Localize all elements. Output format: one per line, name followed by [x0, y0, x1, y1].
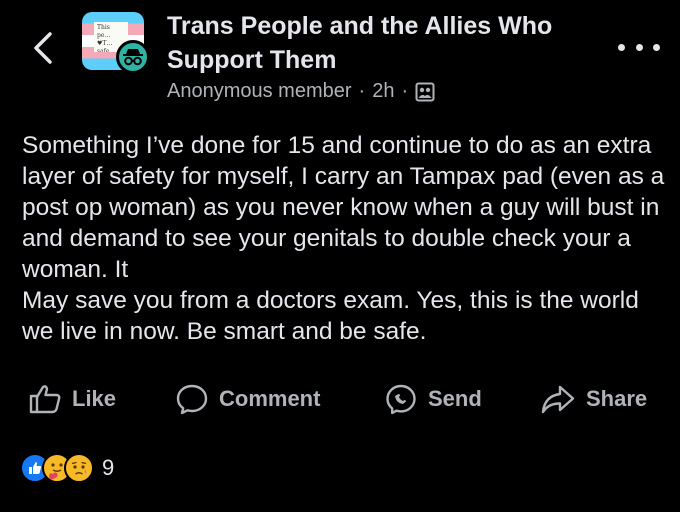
reactions-summary[interactable]: 9 — [20, 452, 114, 484]
post-time[interactable]: 2h — [372, 80, 394, 103]
post-meta: Anonymous member · 2h · — [167, 80, 435, 103]
author-name: Anonymous member — [167, 80, 352, 102]
send-button[interactable]: Send — [384, 378, 482, 420]
share-arrow-icon — [541, 385, 575, 414]
back-button[interactable] — [26, 28, 60, 68]
chevron-left-icon — [34, 32, 52, 64]
reaction-count: 9 — [102, 455, 115, 480]
share-button[interactable]: Share — [540, 378, 647, 420]
group-audience-icon — [415, 82, 435, 101]
like-button[interactable]: Like — [28, 378, 116, 420]
comment-button[interactable]: Comment — [175, 378, 320, 420]
group-avatar[interactable]: This pe… ♥T… safe — [82, 12, 150, 74]
anonymous-member-icon — [116, 40, 150, 74]
thumbs-up-icon — [29, 385, 61, 414]
share-label: Share — [586, 386, 648, 411]
post-actions-bar: Like Comment Send Share — [0, 378, 680, 420]
messenger-send-icon — [386, 384, 416, 415]
more-options-button[interactable] — [618, 34, 660, 60]
more-dot — [618, 43, 625, 51]
meta-separator: · — [401, 80, 409, 102]
comment-bubble-icon — [176, 384, 208, 415]
more-dot — [653, 43, 660, 51]
meta-separator: · — [358, 80, 366, 102]
like-label: Like — [72, 386, 117, 411]
send-label: Send — [428, 386, 482, 411]
more-dot — [635, 43, 643, 51]
post-header: This pe… ♥T… safe Trans People and the A… — [0, 0, 680, 120]
comment-label: Comment — [219, 386, 321, 411]
sad-reaction-icon — [64, 453, 94, 483]
post-text: Something I’ve done for 15 and continue … — [22, 132, 665, 345]
group-name-link[interactable]: Trans People and the Allies Who Support … — [167, 9, 597, 77]
